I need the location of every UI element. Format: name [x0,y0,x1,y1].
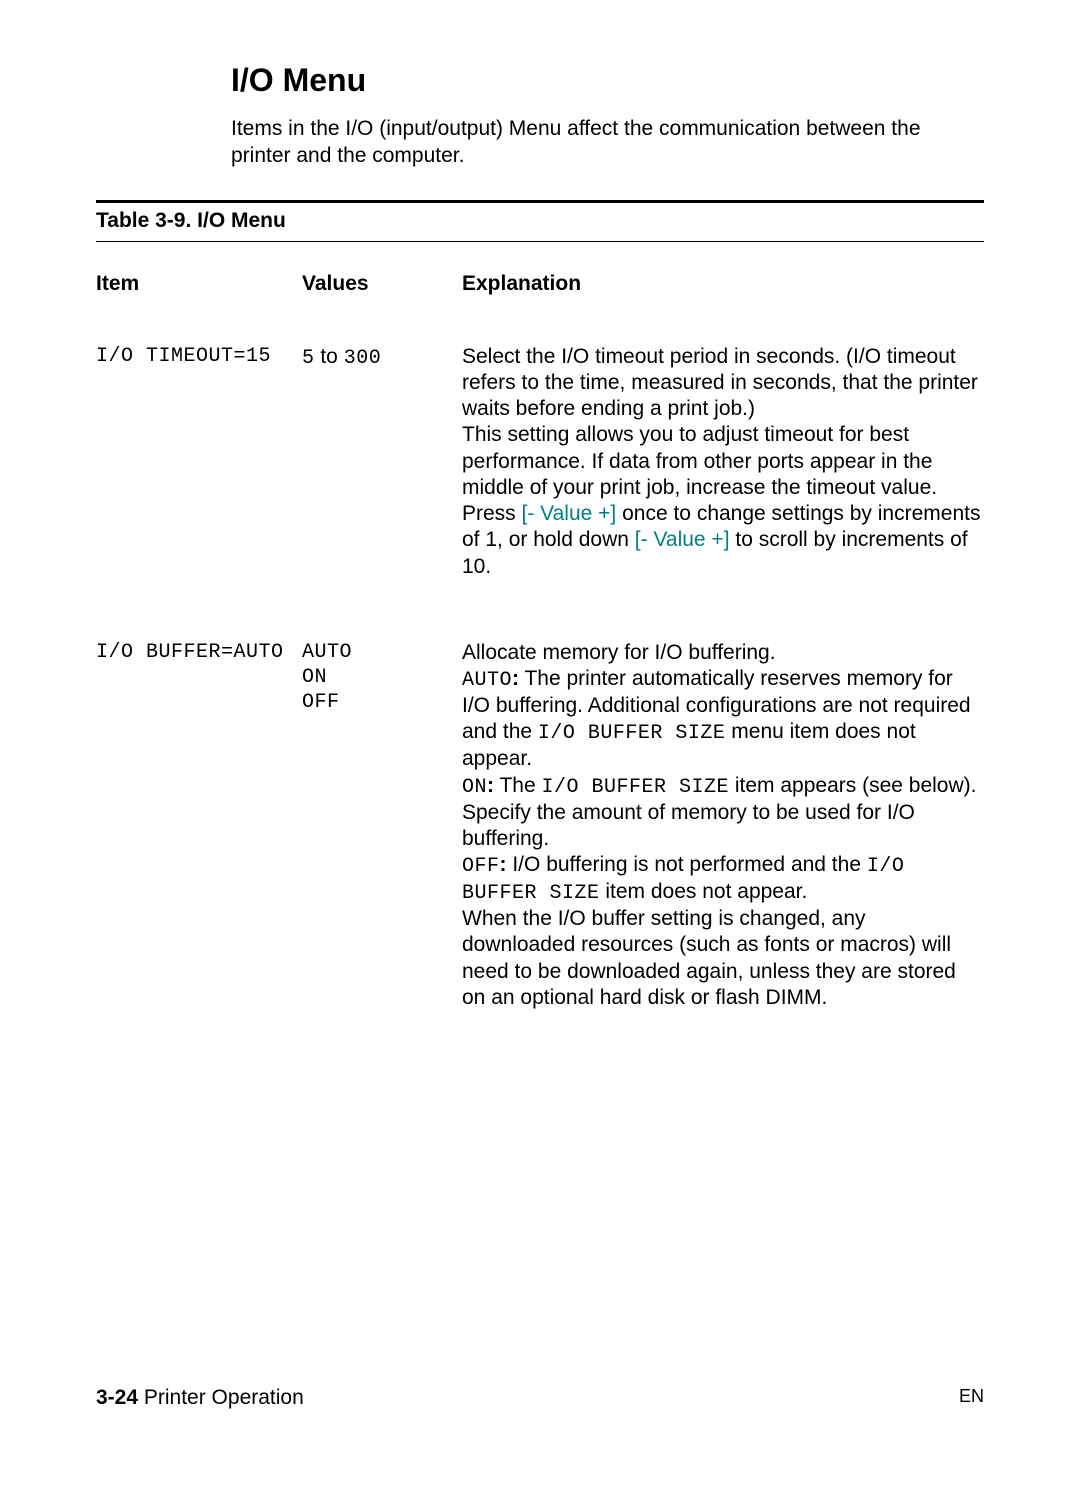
cell-explanation: Allocate memory for I/O buffering. AUTO:… [462,640,984,1011]
value-button-label: [- Value +] [522,502,617,525]
cell-explanation: Select the I/O timeout period in seconds… [462,344,984,580]
expl-para: This setting allows you to adjust timeou… [462,422,984,501]
value-button-label: [- Value +] [635,528,730,551]
cell-values: AUTO ON OFF [302,640,462,1011]
header-explanation: Explanation [462,272,984,296]
cell-item: I/O TIMEOUT=15 [96,344,302,580]
title-block: I/O Menu Items in the I/O (input/output)… [231,62,984,170]
value-option: OFF [302,690,462,715]
value-option: ON [302,665,462,690]
table-caption: Table 3-9. I/O Menu [96,209,984,233]
expl-para: AUTO: The printer automatically reserves… [462,666,984,773]
table-row: I/O TIMEOUT=15 5 to 300 Select the I/O t… [96,324,984,620]
header-item: Item [96,272,302,296]
page-content: I/O Menu Items in the I/O (input/output)… [96,62,984,1051]
table-top-rule [96,200,984,203]
footer-left: 3-24 Printer Operation [96,1386,304,1410]
cell-item: I/O BUFFER=AUTO [96,640,302,1011]
expl-para: Allocate memory for I/O buffering. [462,640,984,666]
value-option: AUTO [302,640,462,665]
value-max: 300 [344,347,382,370]
expl-para: OFF: I/O buffering is not performed and … [462,852,984,906]
expl-para: When the I/O buffer setting is changed, … [462,906,984,1011]
intro-text: Items in the I/O (input/output) Menu aff… [231,115,984,170]
footer-page-number: 3-24 [96,1386,138,1409]
value-sep: to [315,345,344,368]
value-min: 5 [302,347,315,370]
footer-section: Printer Operation [138,1386,304,1409]
cell-values: 5 to 300 [302,344,462,580]
expl-para: Select the I/O timeout period in seconds… [462,344,984,423]
expl-para: ON: The I/O BUFFER SIZE item appears (se… [462,773,984,853]
table-row: I/O BUFFER=AUTO AUTO ON OFF Allocate mem… [96,620,984,1051]
header-values: Values [302,272,462,296]
page-footer: 3-24 Printer Operation EN [96,1386,984,1410]
section-title: I/O Menu [231,62,984,99]
expl-para: Press [- Value +] once to change setting… [462,501,984,580]
table-header-row: Item Values Explanation [96,242,984,324]
footer-lang: EN [959,1386,984,1410]
